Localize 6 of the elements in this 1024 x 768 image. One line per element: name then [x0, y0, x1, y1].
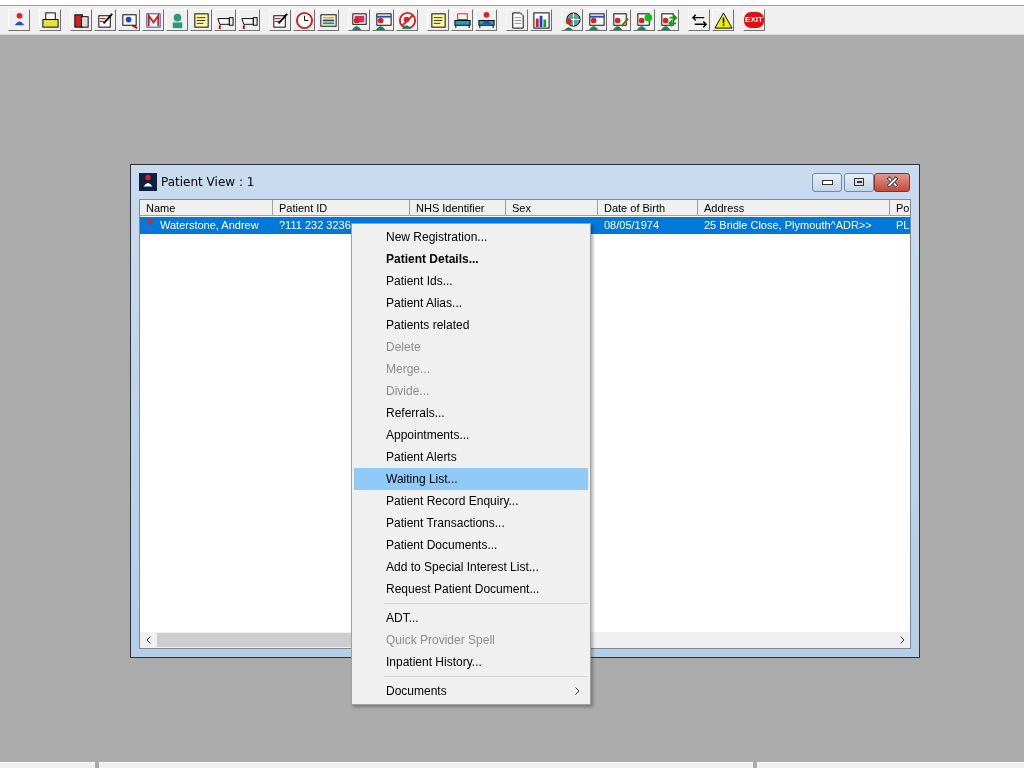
table-cell-text: 25 Bridle Close, Plymouth^ADR>> [704, 218, 872, 233]
table-cell-text: ?111 232 3236 [279, 218, 351, 233]
window-title: Patient View : 1 [161, 175, 256, 189]
table-cell-text: PL [896, 218, 910, 233]
table-cell-text: 08/05/1974 [604, 218, 660, 233]
table-cell-text: Waterstone, Andrew [160, 218, 259, 233]
